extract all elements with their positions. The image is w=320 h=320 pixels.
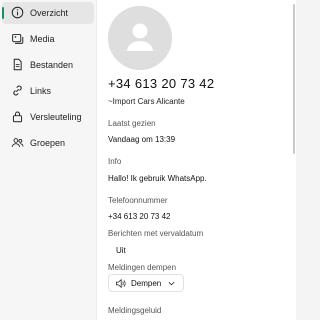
sidebar-item-label: Media [30,34,55,44]
expiring-messages-label: Berichten met vervaldatum [108,229,204,238]
contact-overview-panel: +34 613 20 73 42 ~Import Cars Alicante L… [96,0,296,320]
sidebar-item-label: Overzicht [30,8,69,18]
phone-number-label: Telefoonnummer [108,196,168,205]
sidebar-item-overzicht[interactable]: Overzicht [2,2,94,24]
sidebar-item-label: Groepen [30,138,66,148]
contact-info-window: Overzicht Media Bestanden Links Versleut… [0,0,296,320]
sidebar-item-links[interactable]: Links [2,80,94,102]
last-seen-value: Vandaag om 13:39 [108,135,176,144]
mute-notifications-label: Meldingen dempen [108,263,177,272]
last-seen-label: Laatst gezien [108,119,156,128]
lock-icon [11,110,24,123]
groups-icon [11,136,24,149]
notification-sound-label: Meldingsgeluid [108,306,162,315]
contact-name: ~Import Cars Alicante [108,97,185,106]
sidebar: Overzicht Media Bestanden Links Versleut… [0,0,96,320]
sidebar-item-label: Versleuteling [30,112,82,122]
default-avatar-icon [108,6,172,70]
phone-number-value[interactable]: +34 613 20 73 42 [108,212,171,221]
sidebar-item-media[interactable]: Media [2,28,94,50]
avatar[interactable] [108,6,172,70]
chevron-down-icon [168,280,175,287]
sidebar-item-label: Bestanden [30,60,74,70]
info-value: Hallo! Ik gebruik WhatsApp. [108,174,207,183]
link-icon [11,84,24,97]
media-icon [11,32,24,45]
contact-phone-title: +34 613 20 73 42 [108,76,215,91]
info-label: Info [108,157,122,166]
mute-dropdown-label: Dempen [131,278,162,288]
speaker-icon [115,278,126,289]
sidebar-item-bestanden[interactable]: Bestanden [2,54,94,76]
sidebar-item-versleuteling[interactable]: Versleuteling [2,106,94,128]
scrollbar[interactable] [293,4,295,154]
document-icon [11,58,24,71]
info-icon [11,6,24,19]
expiring-messages-value[interactable]: Uit [116,246,126,255]
mute-dropdown[interactable]: Dempen [108,274,184,292]
sidebar-item-groepen[interactable]: Groepen [2,132,94,154]
sidebar-item-label: Links [30,86,52,96]
